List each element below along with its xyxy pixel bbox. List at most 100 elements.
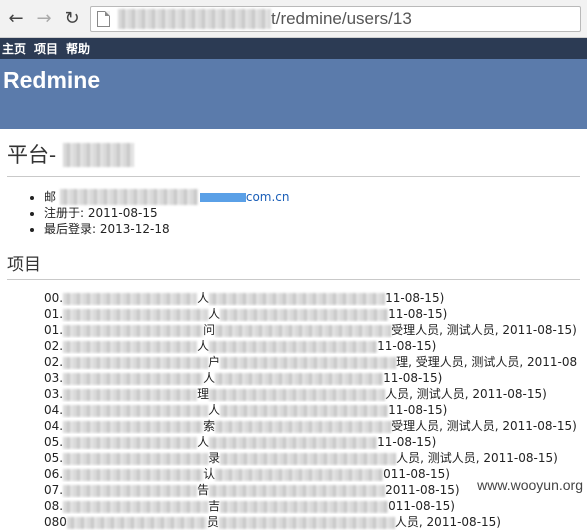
redacted-project-name: x (66, 516, 207, 529)
project-prefix[interactable]: 04. (44, 419, 63, 433)
project-role-date: 11-08-15) (377, 339, 437, 353)
project-prefix[interactable]: 06. (44, 467, 63, 481)
redacted-project-name: x (63, 340, 198, 353)
project-role-date: 011-08-15) (388, 499, 455, 513)
project-role-date: 理, 受理人员, 测试人员, 2011-08 (396, 355, 578, 369)
redacted-project-details: x (215, 324, 392, 337)
url-path: t/redmine/users/13 (271, 8, 412, 28)
title-divider (7, 176, 580, 177)
redacted-project-name: x (63, 372, 204, 385)
project-prefix[interactable]: 08. (44, 499, 63, 513)
redacted-user-name: xxxxxx (62, 143, 134, 167)
redacted-project-details: x (209, 292, 386, 305)
project-role-date: 2011-08-15) (385, 483, 460, 497)
project-prefix[interactable]: 02. (44, 339, 63, 353)
project-role-date: 人员, 2011-08-15) (394, 515, 501, 529)
redacted-project-name: x (63, 500, 209, 513)
project-role-marker: 人 (197, 291, 210, 305)
registered-row: 注册于: 2011-08-15 (44, 205, 580, 221)
project-prefix[interactable]: 04. (44, 403, 63, 417)
project-prefix[interactable]: 00. (44, 291, 63, 305)
redacted-project-name: x (63, 324, 204, 337)
project-item[interactable]: 08.x吉x011-08-15) (44, 498, 580, 514)
user-title-text: 平台- (7, 143, 57, 167)
projects-divider (7, 279, 580, 280)
header: Redmine (0, 59, 587, 129)
back-icon[interactable]: ← (6, 8, 26, 29)
project-item[interactable]: 05.x录x人员, 测试人员, 2011-08-15) (44, 450, 580, 466)
reload-icon[interactable]: ↻ (62, 8, 82, 29)
project-item[interactable]: 080x员x人员, 2011-08-15) (44, 514, 580, 530)
project-prefix[interactable]: 03. (44, 387, 63, 401)
email-row: 邮 xxxxxxxxxxxxxxxx com.cn (44, 189, 580, 205)
redacted-project-details: x (220, 356, 397, 369)
redacted-project-name: x (63, 452, 209, 465)
project-role-marker: 人 (208, 403, 221, 417)
page-icon (97, 10, 110, 27)
project-prefix[interactable]: 01. (44, 323, 63, 337)
project-item[interactable]: 00.x人x11-08-15) (44, 290, 580, 306)
project-role-marker: 吉 (208, 499, 221, 513)
browser-toolbar: ← → ↻ xxxxxxxxxxxxxxxxxx t/redmine/users… (0, 0, 587, 38)
project-item[interactable]: 02.x人x11-08-15) (44, 338, 580, 354)
project-role-marker: 人 (197, 339, 210, 353)
email-highlight (199, 193, 246, 202)
top-menu: 主页 项目 帮助 (0, 38, 587, 59)
project-role-date: 受理人员, 测试人员, 2011-08-15) (391, 419, 577, 433)
project-prefix[interactable]: 05. (44, 435, 63, 449)
menu-help[interactable]: 帮助 (66, 40, 90, 57)
menu-home[interactable]: 主页 (2, 40, 26, 57)
project-role-date: 11-08-15) (388, 307, 448, 321)
project-role-marker: 理 (197, 387, 210, 401)
redacted-project-name: x (63, 436, 198, 449)
project-role-marker: 索 (203, 419, 216, 433)
redacted-project-details: x (220, 308, 389, 321)
redacted-project-details: x (209, 436, 378, 449)
project-role-date: 11-08-15) (377, 435, 437, 449)
redacted-project-details: x (220, 452, 397, 465)
redacted-project-name: x (63, 404, 209, 417)
project-role-date: 11-08-15) (385, 291, 445, 305)
project-item[interactable]: 03.x理x人员, 测试人员, 2011-08-15) (44, 386, 580, 402)
project-prefix[interactable]: 03. (44, 371, 63, 385)
email-label: 邮 (44, 190, 57, 204)
project-role-date: 011-08-15) (383, 467, 450, 481)
project-item[interactable]: 02.x户x理, 受理人员, 测试人员, 2011-08 (44, 354, 580, 370)
project-prefix[interactable]: 07. (44, 483, 63, 497)
project-role-date: 受理人员, 测试人员, 2011-08-15) (391, 323, 577, 337)
project-prefix[interactable]: 01. (44, 307, 63, 321)
redacted-project-details: x (209, 484, 386, 497)
app-title[interactable]: Redmine (3, 67, 584, 94)
forward-icon[interactable]: → (34, 8, 54, 29)
user-title: 平台- xxxxxx (7, 139, 580, 169)
project-role-marker: 人 (197, 435, 210, 449)
project-item[interactable]: 05.x人x11-08-15) (44, 434, 580, 450)
project-role-marker: 人 (208, 307, 221, 321)
redacted-project-name: x (63, 484, 198, 497)
project-role-marker: 户 (208, 355, 221, 369)
redacted-project-details: x (218, 516, 395, 529)
project-item[interactable]: 04.x人x11-08-15) (44, 402, 580, 418)
project-prefix[interactable]: 05. (44, 451, 63, 465)
redacted-project-details: x (209, 388, 386, 401)
project-item[interactable]: 04.x索x受理人员, 测试人员, 2011-08-15) (44, 418, 580, 434)
project-prefix[interactable]: 02. (44, 355, 63, 369)
menu-projects[interactable]: 项目 (34, 40, 58, 57)
project-role-date: 人员, 测试人员, 2011-08-15) (385, 387, 547, 401)
address-bar[interactable]: xxxxxxxxxxxxxxxxxx t/redmine/users/13 (90, 5, 581, 32)
project-prefix[interactable]: 080 (44, 515, 67, 529)
email-link[interactable]: com.cn (246, 190, 290, 204)
project-item[interactable]: 03.x人x11-08-15) (44, 370, 580, 386)
main-content: 平台- xxxxxx 邮 xxxxxxxxxxxxxxxxcom.cn 注册于:… (0, 129, 587, 530)
redacted-project-details: x (215, 372, 384, 385)
redacted-project-name: x (63, 468, 204, 481)
redacted-project-name: x (63, 292, 198, 305)
redacted-email: xxxxxxxxxxxxxxxx (59, 189, 198, 205)
project-role-marker: 员 (206, 515, 219, 529)
project-item[interactable]: 01.x人x11-08-15) (44, 306, 580, 322)
redacted-project-details: x (209, 340, 378, 353)
profile-list: 邮 xxxxxxxxxxxxxxxx com.cn 注册于: 2011-08-15… (7, 189, 580, 237)
project-item[interactable]: 01.x问x受理人员, 测试人员, 2011-08-15) (44, 322, 580, 338)
project-role-marker: 认 (203, 467, 216, 481)
redacted-project-name: x (63, 420, 204, 433)
